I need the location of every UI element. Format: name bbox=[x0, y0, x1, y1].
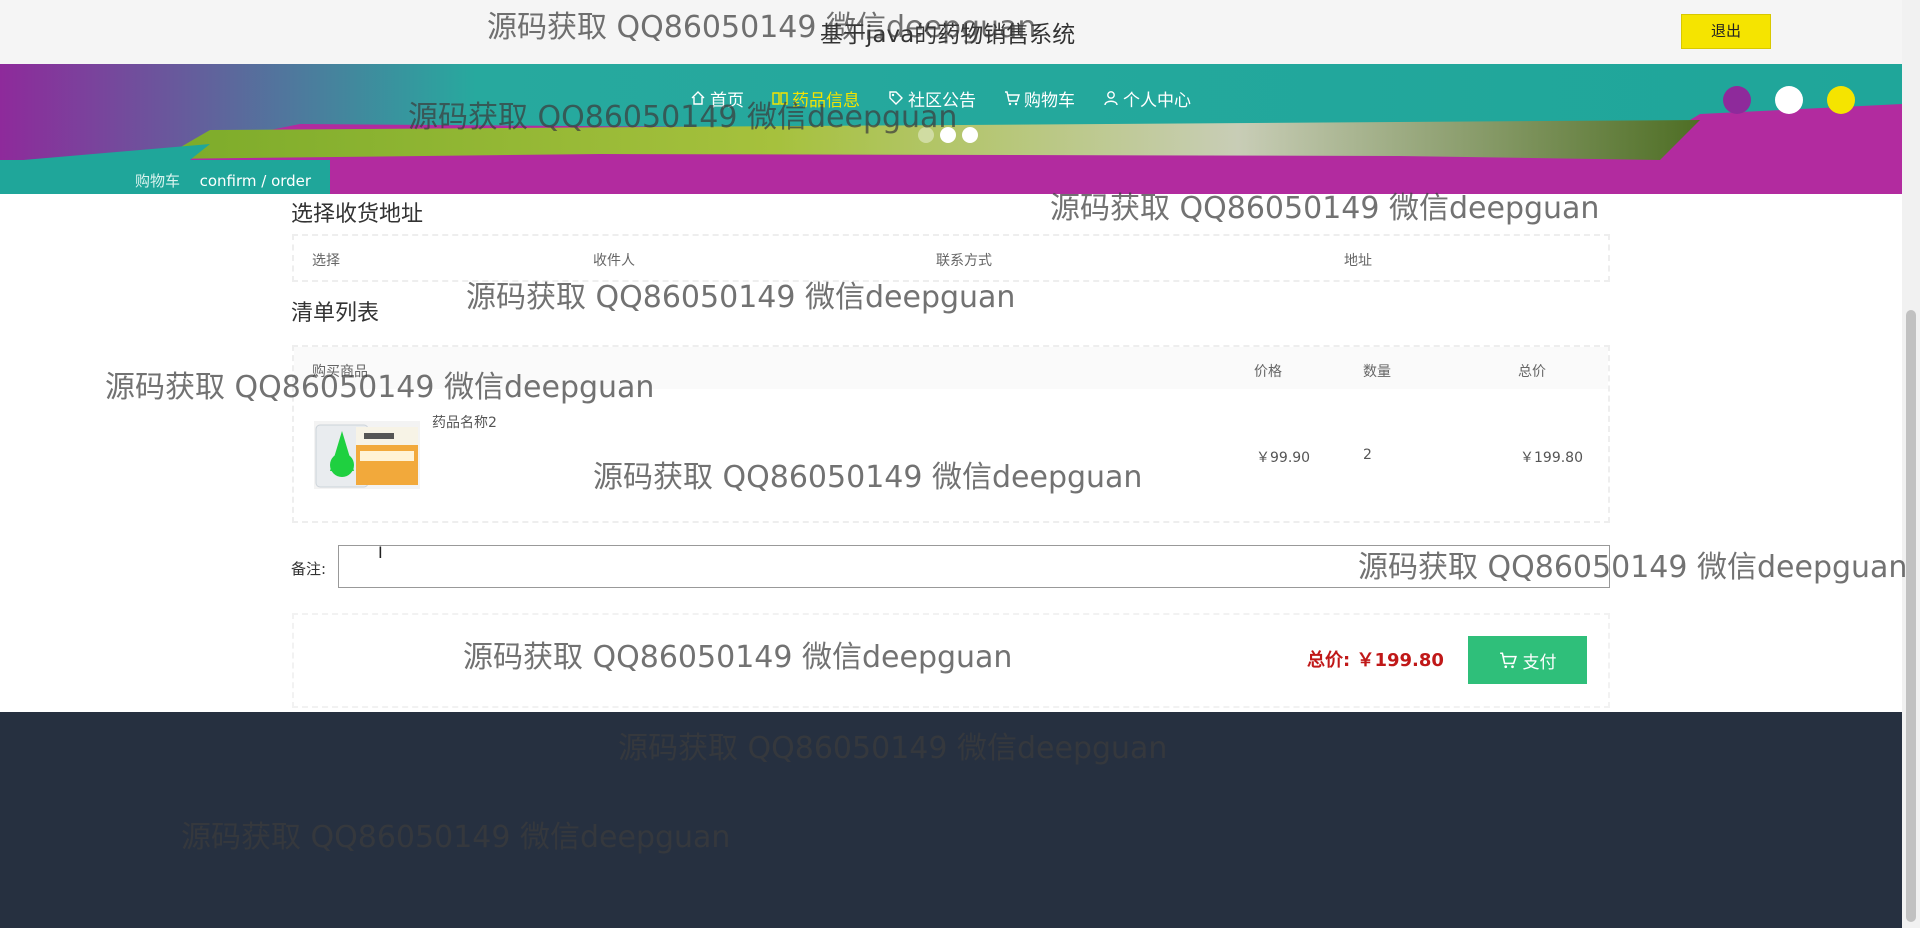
order-col-product: 购买商品 bbox=[312, 364, 368, 380]
carousel-dot[interactable] bbox=[918, 127, 934, 143]
nav-announcements[interactable]: 社区公告 bbox=[888, 86, 976, 111]
product-price: ￥99.90 bbox=[1256, 450, 1311, 466]
user-icon bbox=[1104, 91, 1118, 106]
theme-swatch-yellow[interactable] bbox=[1827, 86, 1855, 114]
order-table: 购买商品 价格 数量 总价 药品名称2 ￥99.90 2 ￥199.80 bbox=[292, 345, 1610, 523]
text-cursor-icon: I bbox=[378, 543, 383, 562]
home-icon bbox=[691, 91, 705, 105]
breadcrumb-path: confirm / order bbox=[199, 172, 312, 190]
pay-button[interactable]: 支付 bbox=[1468, 636, 1587, 684]
nav-home[interactable]: 首页 bbox=[690, 86, 744, 111]
address-col-contact: 联系方式 bbox=[936, 253, 992, 269]
nav-profile-label: 个人中心 bbox=[1123, 90, 1191, 111]
nav-cart[interactable]: 购物车 bbox=[1004, 86, 1075, 111]
main-nav: 首页 药品信息 社区公告 购物车 个人中心 bbox=[690, 84, 1191, 112]
site-title: 基于java的药物销售系统 bbox=[820, 22, 1076, 48]
order-table-header bbox=[294, 347, 1608, 389]
nav-medicine-info[interactable]: 药品信息 bbox=[772, 86, 860, 111]
order-col-total: 总价 bbox=[1518, 364, 1546, 380]
carousel-dots bbox=[918, 127, 978, 143]
order-total: 总价: ￥199.80 bbox=[1307, 646, 1444, 672]
footer bbox=[0, 712, 1902, 928]
address-section-title: 选择收货地址 bbox=[291, 202, 424, 227]
order-col-quantity: 数量 bbox=[1363, 364, 1391, 380]
cart-icon bbox=[1499, 652, 1517, 669]
breadcrumb-current: 购物车 bbox=[135, 172, 181, 190]
scrollbar-thumb[interactable] bbox=[1906, 310, 1916, 922]
nav-cart-label: 购物车 bbox=[1024, 90, 1075, 111]
breadcrumb: 购物车 confirm / order bbox=[135, 170, 311, 191]
nav-home-label: 首页 bbox=[710, 90, 744, 111]
cart-icon bbox=[1005, 91, 1020, 106]
product-image[interactable] bbox=[314, 421, 420, 489]
order-col-price: 价格 bbox=[1254, 364, 1282, 380]
nav-medicine-info-label: 药品信息 bbox=[792, 90, 860, 111]
address-col-select: 选择 bbox=[312, 253, 340, 269]
carousel-dot[interactable] bbox=[962, 127, 978, 143]
theme-swatch-purple[interactable] bbox=[1723, 86, 1751, 114]
remark-label: 备注: bbox=[291, 560, 327, 578]
nav-announcements-label: 社区公告 bbox=[908, 90, 976, 111]
remark-input[interactable] bbox=[338, 545, 1610, 588]
product-package-image bbox=[314, 421, 420, 489]
pay-button-label: 支付 bbox=[1522, 652, 1557, 672]
product-name[interactable]: 药品名称2 bbox=[432, 412, 497, 432]
total-label: 总价: bbox=[1307, 650, 1351, 671]
logout-button[interactable]: 退出 bbox=[1681, 14, 1771, 49]
address-col-address: 地址 bbox=[1344, 253, 1372, 269]
tag-icon bbox=[889, 91, 903, 105]
address-col-recipient: 收件人 bbox=[593, 253, 635, 269]
total-value: ￥199.80 bbox=[1356, 650, 1444, 671]
product-subtotal: ￥199.80 bbox=[1520, 450, 1583, 466]
address-table: 选择 收件人 联系方式 地址 bbox=[292, 234, 1610, 282]
theme-swatch-white[interactable] bbox=[1775, 86, 1803, 114]
carousel-dot[interactable] bbox=[940, 127, 956, 143]
nav-profile[interactable]: 个人中心 bbox=[1103, 86, 1191, 111]
order-list-title: 清单列表 bbox=[291, 301, 380, 326]
top-bar: 基于java的药物销售系统 退出 bbox=[0, 0, 1902, 64]
product-quantity: 2 bbox=[1363, 447, 1372, 463]
book-icon bbox=[772, 92, 788, 105]
